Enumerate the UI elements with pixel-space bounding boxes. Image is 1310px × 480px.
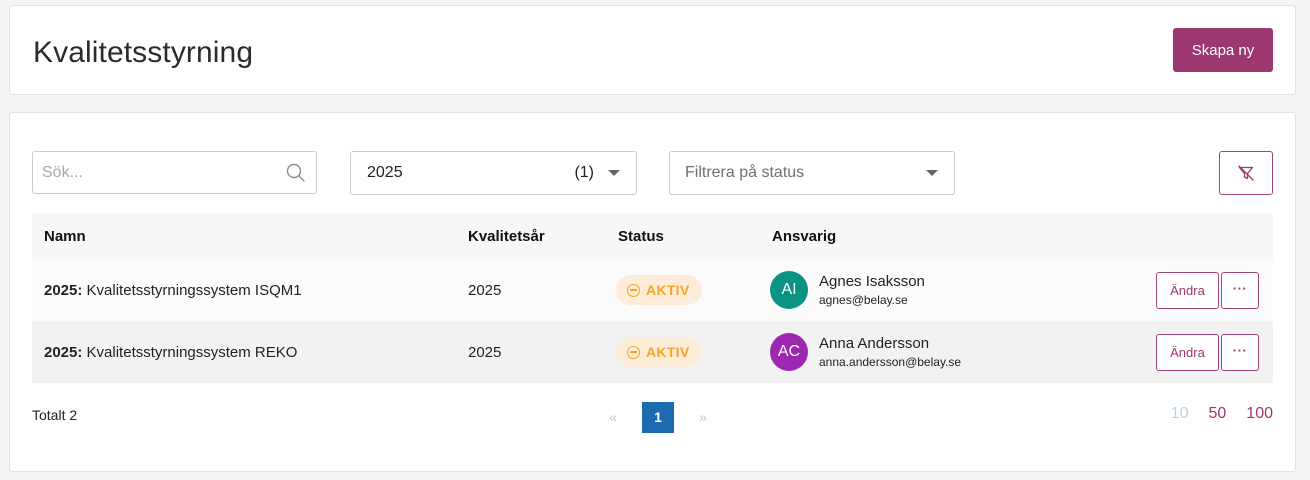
search-icon[interactable]	[276, 163, 316, 183]
create-new-button[interactable]: Skapa ny	[1173, 28, 1273, 72]
column-header-year[interactable]: Kvalitetsår	[456, 227, 606, 245]
year-select-count: (1)	[574, 164, 594, 181]
page-size-selector: 10 50 100	[1171, 405, 1273, 423]
row-responsible: AI Agnes Isaksson agnes@belay.se Ändra ·…	[760, 271, 1273, 309]
row-responsible: AC Anna Andersson anna.andersson@belay.s…	[760, 333, 1273, 371]
person-info: Anna Andersson anna.andersson@belay.se	[819, 334, 1156, 370]
person-info: Agnes Isaksson agnes@belay.se	[819, 272, 1156, 308]
column-header-responsible[interactable]: Ansvarig	[760, 227, 1273, 245]
total-count: Totalt 2	[32, 407, 78, 423]
row-year: 2025	[468, 281, 502, 299]
status-filter-placeholder: Filtrera på status	[685, 164, 805, 181]
minus-circle-icon	[627, 283, 640, 297]
row-name-text: Kvalitetsstyrningssystem ISQM1	[82, 281, 302, 299]
page-title: Kvalitetsstyrning	[33, 36, 254, 69]
search-input[interactable]	[33, 152, 276, 193]
clear-filters-button[interactable]	[1219, 151, 1273, 195]
main-card: 2025 (1) Filtrera på status Namn Kvalite…	[9, 112, 1296, 472]
person-email: anna.andersson@belay.se	[819, 355, 962, 369]
column-header-name[interactable]: Namn	[32, 227, 456, 245]
status-badge-label: AKTIV	[646, 282, 690, 298]
pagination-prev[interactable]: «	[598, 401, 628, 433]
search-field[interactable]	[32, 151, 317, 194]
row-year: 2025	[468, 343, 502, 361]
chevron-down-icon	[608, 170, 620, 176]
person-name: Anna Andersson	[819, 335, 930, 352]
table-row[interactable]: 2025: Kvalitetsstyrningssystem REKO 2025…	[32, 321, 1273, 383]
row-name-text: Kvalitetsstyrningssystem REKO	[82, 343, 298, 361]
table-row[interactable]: 2025: Kvalitetsstyrningssystem ISQM1 202…	[32, 259, 1273, 321]
status-badge: AKTIV	[616, 337, 702, 367]
status-badge-label: AKTIV	[646, 344, 690, 360]
row-status: AKTIV	[606, 337, 760, 367]
row-actions: Ändra ···	[1156, 271, 1259, 309]
header-card: Kvalitetsstyrning Skapa ny	[9, 5, 1296, 95]
pagination: « 1 »	[598, 401, 718, 433]
row-name-prefix: 2025:	[44, 281, 83, 299]
year-select[interactable]: 2025 (1)	[350, 151, 637, 195]
more-options-button[interactable]: ···	[1221, 271, 1259, 309]
page-size-option[interactable]: 50	[1209, 405, 1227, 423]
table-footer: Totalt 2 « 1 » 10 50 100	[32, 401, 1273, 433]
row-name: 2025: Kvalitetsstyrningssystem REKO	[32, 344, 456, 361]
row-name-prefix: 2025:	[44, 343, 83, 361]
person-name: Agnes Isaksson	[819, 273, 925, 290]
edit-button[interactable]: Ändra	[1156, 333, 1219, 371]
minus-circle-icon	[627, 345, 640, 359]
column-header-status[interactable]: Status	[606, 227, 760, 245]
pagination-next[interactable]: »	[688, 401, 718, 433]
year-select-value: 2025	[367, 164, 403, 181]
row-status: AKTIV	[606, 275, 760, 305]
edit-button[interactable]: Ändra	[1156, 271, 1219, 309]
page-size-option[interactable]: 10	[1171, 405, 1189, 423]
row-actions: Ändra ···	[1156, 333, 1259, 371]
row-name: 2025: Kvalitetsstyrningssystem ISQM1	[32, 282, 456, 299]
status-filter-select[interactable]: Filtrera på status	[669, 151, 955, 195]
quality-table: Namn Kvalitetsår Status Ansvarig 2025: K…	[32, 213, 1273, 383]
avatar: AC	[770, 333, 808, 371]
table-header: Namn Kvalitetsår Status Ansvarig	[32, 213, 1273, 259]
person-email: agnes@belay.se	[819, 293, 908, 307]
pagination-page-current[interactable]: 1	[642, 401, 674, 433]
avatar: AI	[770, 271, 808, 309]
status-badge: AKTIV	[616, 275, 702, 305]
chevron-down-icon	[926, 170, 938, 176]
more-options-button[interactable]: ···	[1221, 333, 1259, 371]
filter-off-icon	[1238, 165, 1254, 181]
page-size-option[interactable]: 100	[1246, 405, 1273, 423]
